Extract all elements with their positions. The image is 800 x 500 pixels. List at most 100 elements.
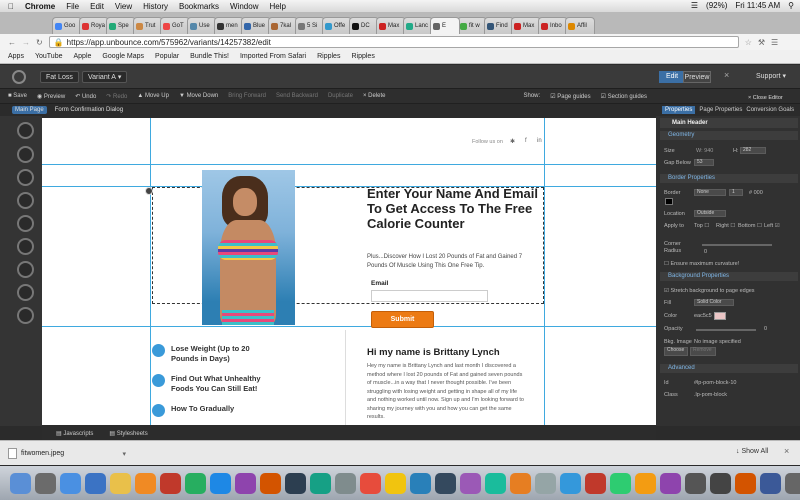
browser-tab[interactable]: Find bbox=[484, 17, 514, 34]
box-tool-icon[interactable] bbox=[17, 146, 34, 163]
dock-app-icon[interactable] bbox=[560, 472, 581, 494]
background-color-swatch[interactable] bbox=[714, 312, 726, 320]
ensure-curvature-checkbox[interactable]: ☐ Ensure maximum curvature! bbox=[664, 261, 739, 267]
dock-app-icon[interactable] bbox=[210, 472, 231, 494]
dock-app-icon[interactable] bbox=[535, 472, 556, 494]
dock-app-icon[interactable] bbox=[460, 472, 481, 494]
browser-tab[interactable]: DC bbox=[349, 17, 379, 34]
edit-button[interactable]: Edit bbox=[659, 71, 685, 83]
stylesheets-button[interactable]: ▤ Stylesheets bbox=[109, 430, 147, 437]
spotlight-icon[interactable]: ⚲ bbox=[788, 1, 794, 10]
close-shelf-icon[interactable]: × bbox=[784, 446, 789, 456]
download-item[interactable]: fitwomen.jpeg ▾ bbox=[8, 446, 126, 461]
location-select[interactable]: Outside bbox=[694, 210, 726, 217]
delete-button[interactable]: × Delete bbox=[363, 93, 386, 99]
dock-app-icon[interactable] bbox=[660, 472, 681, 494]
dock-app-icon[interactable] bbox=[785, 472, 800, 494]
bookmark-item[interactable]: Bundle This! bbox=[190, 53, 229, 60]
left-checkbox[interactable]: Left ☑ bbox=[764, 223, 780, 229]
address-bar[interactable]: 🔒 https://app.unbounce.com/575962/varian… bbox=[48, 36, 739, 48]
wrench-icon[interactable]: ⚒ bbox=[758, 38, 765, 47]
dock-app-icon[interactable] bbox=[260, 472, 281, 494]
browser-tab[interactable]: 7kal bbox=[268, 17, 298, 34]
border-color-swatch[interactable] bbox=[665, 198, 673, 205]
fitness-woman-image[interactable] bbox=[202, 170, 295, 325]
section-tool-icon[interactable] bbox=[17, 122, 34, 139]
menu-view[interactable]: View bbox=[115, 2, 132, 11]
redo-button[interactable]: ↷ Redo bbox=[106, 93, 127, 100]
preview-tool-button[interactable]: ◉ Preview bbox=[37, 93, 65, 100]
save-button[interactable]: ■ Save bbox=[8, 93, 27, 99]
browser-tab[interactable]: Offe bbox=[322, 17, 352, 34]
chevron-down-icon[interactable]: ▾ bbox=[122, 450, 126, 458]
back-icon[interactable]: ← bbox=[8, 38, 16, 47]
browser-tab[interactable]: Blue bbox=[241, 17, 271, 34]
dock-app-icon[interactable] bbox=[335, 472, 356, 494]
bio-text[interactable]: Hey my name is Brittany Lynch and last m… bbox=[367, 362, 527, 422]
bio-title[interactable]: Hi my name is Brittany Lynch bbox=[367, 347, 500, 358]
show-all-link[interactable]: ↓ Show All bbox=[736, 448, 768, 455]
bottom-checkbox[interactable]: Bottom ☐ bbox=[738, 223, 762, 229]
bookmark-item[interactable]: Ripples bbox=[351, 53, 374, 60]
stretch-background-checkbox[interactable]: ☑ Stretch background to page edges bbox=[664, 288, 755, 294]
browser-tab[interactable]: 5 Si bbox=[295, 17, 325, 34]
dock-app-icon[interactable] bbox=[110, 472, 131, 494]
browser-tab[interactable]: fit w bbox=[457, 17, 487, 34]
bookmark-item[interactable]: Google Maps bbox=[102, 53, 144, 60]
dock-app-icon[interactable] bbox=[160, 472, 181, 494]
bookmark-item[interactable]: YouTube bbox=[35, 53, 63, 60]
browser-tab[interactable]: Spe bbox=[106, 17, 136, 34]
menu-window[interactable]: Window bbox=[230, 2, 258, 11]
browser-tab[interactable]: Max bbox=[511, 17, 541, 34]
headline[interactable]: Enter Your Name And Email To Get Access … bbox=[367, 186, 542, 231]
dock-app-icon[interactable] bbox=[60, 472, 81, 494]
browser-tab[interactable]: Inbo bbox=[538, 17, 568, 34]
undo-button[interactable]: ↶ Undo bbox=[75, 93, 96, 100]
dock-app-icon[interactable] bbox=[235, 472, 256, 494]
menu-app[interactable]: Chrome bbox=[25, 2, 55, 11]
tab-form-confirmation[interactable]: Form Confirmation Dialog bbox=[55, 107, 123, 113]
form-tool-icon[interactable] bbox=[17, 238, 34, 255]
tab-page-properties[interactable]: Page Properties bbox=[699, 107, 742, 113]
variant-select[interactable]: Variant A ▾ bbox=[82, 71, 128, 83]
page-canvas[interactable]: Follow us on ✱ f in Enter Your Name And … bbox=[42, 118, 656, 425]
top-checkbox[interactable]: Top ☐ bbox=[694, 223, 709, 229]
section-guides-checkbox[interactable]: ☑ Section guides bbox=[601, 93, 647, 100]
page-guides-checkbox[interactable]: ☑ Page guides bbox=[550, 93, 590, 100]
subheadline[interactable]: Plus...Discover How I Lost 20 Pounds of … bbox=[367, 253, 532, 271]
move-down-button[interactable]: ▼ Move Down bbox=[179, 93, 218, 99]
forward-icon[interactable]: → bbox=[22, 38, 30, 47]
clock[interactable]: Fri 11:45 AM bbox=[735, 1, 780, 10]
browser-tab[interactable]: Goo bbox=[52, 17, 82, 34]
javascripts-button[interactable]: ▤ Javascripts bbox=[56, 430, 93, 437]
page-name[interactable]: Fat Loss bbox=[40, 71, 79, 83]
dock-app-icon[interactable] bbox=[710, 472, 731, 494]
drag-handle-icon[interactable] bbox=[145, 187, 153, 195]
browser-tab[interactable]: Roya bbox=[79, 17, 109, 34]
reload-icon[interactable]: ↻ bbox=[36, 38, 43, 47]
dock-app-icon[interactable] bbox=[385, 472, 406, 494]
close-editor-link[interactable]: × Close Editor bbox=[748, 95, 783, 101]
duplicate-button[interactable]: Duplicate bbox=[328, 93, 353, 99]
dock-app-icon[interactable] bbox=[510, 472, 531, 494]
browser-tab[interactable]: Max bbox=[376, 17, 406, 34]
dock-app-icon[interactable] bbox=[410, 472, 431, 494]
browser-tab[interactable]: GoT bbox=[160, 17, 190, 34]
dock-app-icon[interactable] bbox=[760, 472, 781, 494]
preview-button[interactable]: Preview bbox=[683, 71, 711, 83]
support-menu[interactable]: Support ▾ bbox=[756, 72, 786, 80]
wifi-icon[interactable]: ☰ bbox=[691, 1, 698, 10]
menu-history[interactable]: History bbox=[143, 2, 168, 11]
video-tool-icon[interactable] bbox=[17, 261, 34, 278]
star-icon[interactable]: ☆ bbox=[745, 38, 752, 47]
bookmark-item[interactable]: Popular bbox=[155, 53, 179, 60]
gap-below-field[interactable]: 53 bbox=[694, 159, 714, 166]
tab-main-page[interactable]: Main Page bbox=[12, 106, 47, 114]
image-tool-icon[interactable] bbox=[17, 192, 34, 209]
height-field[interactable]: 282 bbox=[740, 147, 766, 154]
dock-app-icon[interactable] bbox=[635, 472, 656, 494]
opacity-slider[interactable] bbox=[696, 329, 756, 331]
dock-app-icon[interactable] bbox=[610, 472, 631, 494]
tab-properties[interactable]: Properties bbox=[662, 106, 696, 114]
menu-file[interactable]: File bbox=[66, 2, 79, 11]
